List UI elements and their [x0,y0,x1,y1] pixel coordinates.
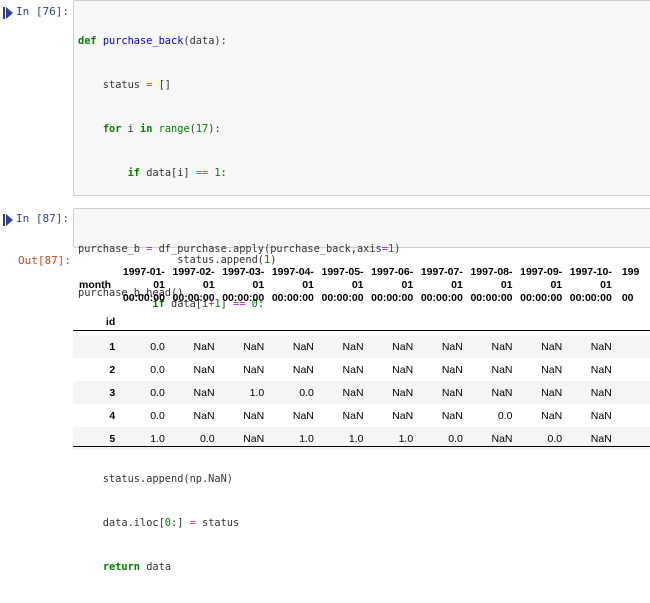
table-cell: 0.0 [150,386,165,399]
column-header: 1997-10- 01 00:00:00 [569,266,612,304]
code-cell-76[interactable]: def purchase_back(data): status = [] for… [73,0,650,573]
code-line: return data [102,560,172,573]
header-divider [73,330,650,331]
table-cell: NaN [342,340,364,353]
column-header: 1997-01- 01 00:00:00 [122,266,165,304]
code-line: if data[i] == 1: [127,166,227,179]
code-cell-87[interactable]: purchase_b = df_purchase.apply(purchase_… [73,208,650,299]
table-cell: NaN [392,386,414,399]
table-cell: NaN [491,386,513,399]
table-cell: NaN [392,340,414,353]
table-cell: 0.0 [150,340,165,353]
table-cell: NaN [491,340,513,353]
table-cell: NaN [342,386,364,399]
column-header: 199 00 [621,266,640,304]
dataframe-output: month 1997-01- 01 00:00:00 1997-02- 01 00:00… [73,262,650,450]
table-cell: NaN [342,363,364,376]
table-cell: NaN [590,409,612,422]
table-cell: 0.0 [150,409,165,422]
table-bottom-divider [73,446,650,447]
table-cell: NaN [541,409,563,422]
run-cell-icon[interactable] [3,7,13,19]
table-cell: NaN [441,409,463,422]
column-header: 1997-08- 01 00:00:00 [470,266,513,304]
table-cell [612,335,650,358]
code-line: def purchase_back(data): [78,35,227,48]
table-cell: NaN [292,340,314,353]
table-cell: NaN [441,340,463,353]
table-cell: NaN [193,386,215,399]
table-cell: 0.0 [150,363,165,376]
table-cell: NaN [590,363,612,376]
column-header: 1997-02- 01 00:00:00 [172,266,215,304]
code-line: status = [] [78,78,172,91]
header-row-columns: month 1997-01- 01 00:00:00 1997-02- 01 00:00… [73,262,650,309]
table-cell: NaN [541,340,563,353]
table-cell: 0.0 [299,386,314,399]
row-index: 3 [109,386,116,399]
out-prompt-87: Out[87]: [18,254,71,267]
table-cell: 0.0 [497,409,513,422]
table-cell: NaN [243,340,265,353]
table-cell: 1.0 [249,386,265,399]
table-cell: NaN [590,386,612,399]
table-cell: NaN [441,363,463,376]
table-cell: NaN [392,363,414,376]
code-line: purchase_b = df_purchase.apply(purchase_… [78,243,401,256]
code-line: status.append(np.NaN) [78,473,233,485]
table-cell: NaN [342,409,364,422]
column-header: 1997-05- 01 00:00:00 [321,266,364,304]
table-cell: NaN [292,409,314,422]
table-cell: NaN [541,363,563,376]
table-cell: NaN [590,340,612,353]
table-cell: NaN [243,409,265,422]
in-prompt-87: In [87]: [16,212,69,225]
code-line: data.iloc[0:] = status [78,516,240,529]
header-row-index: id [73,309,650,335]
table-cell [612,358,650,381]
table-row: 1 0.0 NaN NaN NaN NaN NaN NaN NaN NaN Na… [73,335,650,358]
column-header: 1997-04- 01 00:00:00 [271,266,314,304]
row-index: 2 [109,363,116,376]
table-row: 4 0.0 NaN NaN NaN NaN NaN NaN 0.0 NaN Na… [73,404,650,427]
table-cell: NaN [392,409,414,422]
index-name: id [105,316,116,328]
run-cell-icon[interactable] [3,214,13,226]
table-cell: NaN [292,363,314,376]
table-cell [612,381,650,404]
column-header: 1997-07- 01 00:00:00 [420,266,463,304]
column-header: 1997-09- 01 00:00:00 [520,266,563,304]
table-cell: NaN [193,409,215,422]
table-cell: NaN [193,363,215,376]
columns-name: month [79,279,112,291]
table-cell: NaN [441,386,463,399]
row-index: 4 [109,409,116,422]
table-cell [612,404,650,427]
table-cell: NaN [243,363,265,376]
table-row: 2 0.0 NaN NaN NaN NaN NaN NaN NaN NaN Na… [73,358,650,381]
column-header: 1997-03- 01 00:00:00 [222,266,265,304]
table-cell: NaN [491,363,513,376]
table-row: 3 0.0 NaN 1.0 0.0 NaN NaN NaN NaN NaN Na… [73,381,650,404]
in-prompt-76: In [76]: [16,5,69,18]
table-cell: NaN [541,386,563,399]
table-cell: NaN [193,340,215,353]
code-line: for i in range(17): [102,122,221,135]
column-header: 1997-06- 01 00:00:00 [371,266,414,304]
row-index: 1 [109,340,116,353]
